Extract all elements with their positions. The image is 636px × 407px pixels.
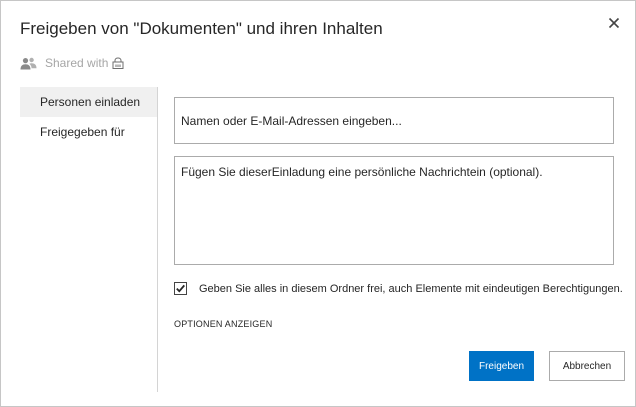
sidebar-item-shared-with[interactable]: Freigegeben für [20,117,157,147]
checkmark-icon [176,284,185,293]
shared-with-label: Shared with [45,56,109,70]
share-button[interactable]: Freigeben [469,351,534,381]
share-dialog: Freigeben von "Dokumenten" und ihren Inh… [0,0,636,407]
close-icon[interactable] [604,13,624,33]
names-email-input[interactable] [174,97,614,144]
personal-message-input[interactable] [174,156,614,265]
sidebar: Personen einladen Freigegeben für [20,87,158,392]
sidebar-item-invite-people[interactable]: Personen einladen [20,87,157,117]
lock-icon [112,57,124,69]
show-options-link[interactable]: OPTIONEN ANZEIGEN [174,319,272,329]
cancel-button[interactable]: Abbrechen [549,351,625,381]
share-all-label: Geben Sie alles in diesem Ordner frei, a… [199,282,623,295]
share-all-row: Geben Sie alles in diesem Ordner frei, a… [174,282,623,295]
dialog-title: Freigeben von "Dokumenten" und ihren Inh… [20,19,383,38]
sidebar-item-label: Freigegeben für [40,125,125,139]
share-all-checkbox[interactable] [174,282,187,295]
sidebar-item-label: Personen einladen [40,95,141,109]
people-icon [20,57,37,70]
shared-with-row: Shared with [20,55,124,71]
